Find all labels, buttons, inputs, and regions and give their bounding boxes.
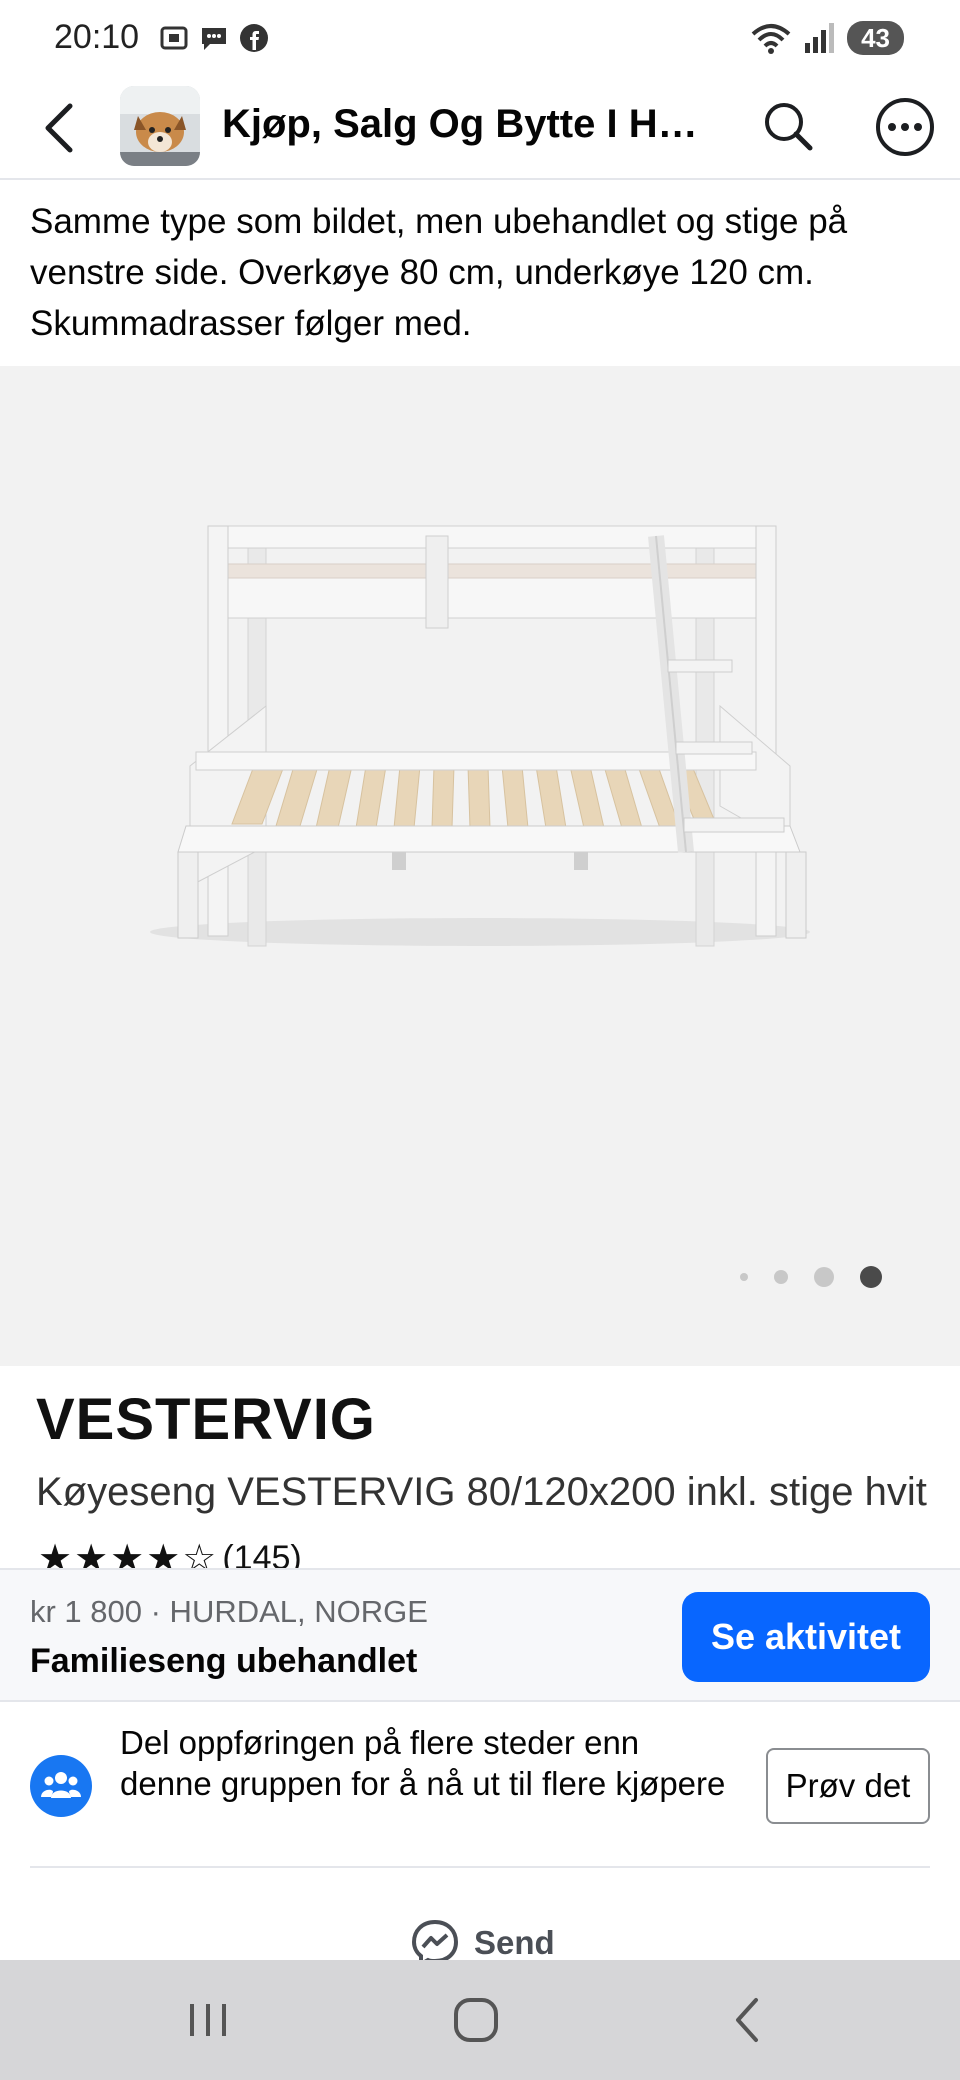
send-label: Send: [474, 1924, 555, 1961]
group-avatar[interactable]: [120, 86, 200, 166]
try-it-button[interactable]: Prøv det: [766, 1748, 930, 1824]
dot-icon: [914, 123, 922, 131]
pager-dot: [774, 1270, 788, 1284]
listing-description: Samme type som bildet, men ubehandlet og…: [30, 202, 848, 343]
carousel-pager: [740, 1266, 882, 1288]
bunk-bed-image: [150, 525, 810, 947]
notification-icons: [158, 22, 270, 54]
more-options-button[interactable]: [876, 98, 934, 156]
facebook-icon: [240, 24, 268, 52]
product-brand: VESTERVIG: [36, 1387, 376, 1452]
see-activity-button[interactable]: Se aktivitet: [682, 1592, 930, 1682]
recent-apps-icon[interactable]: [178, 1990, 238, 2050]
system-navigation-bar: [0, 1960, 960, 2080]
people-icon: [41, 1772, 81, 1798]
signal-icon: [805, 23, 835, 53]
divider: [30, 1866, 930, 1868]
pager-dot: [814, 1267, 834, 1287]
battery-indicator: 43: [847, 21, 904, 55]
group-header: Kjøp, Salg Og Bytte I Hurdal: [0, 76, 960, 180]
search-icon[interactable]: [758, 96, 818, 156]
back-nav-icon[interactable]: [718, 1990, 778, 2050]
dot-icon: [901, 123, 909, 131]
back-button[interactable]: [36, 100, 84, 156]
pager-dot: [740, 1273, 748, 1281]
chat-icon: [202, 28, 226, 50]
group-title[interactable]: Kjøp, Salg Og Bytte I Hurdal: [222, 102, 722, 147]
listing-summary-bar: kr 1 800 · HURDAL, NORGE Familieseng ube…: [0, 1568, 960, 1702]
screenshot-icon: [160, 26, 188, 50]
wifi-icon: [751, 24, 791, 54]
dog-photo-icon: [120, 86, 200, 166]
status-bar: 20:10 43: [0, 0, 960, 76]
system-icons: 43: [749, 20, 904, 56]
listing-price-location: kr 1 800 · HURDAL, NORGE: [30, 1594, 428, 1629]
share-prompt-text: Del oppføringen på flere steder enn denn…: [120, 1724, 726, 1802]
dot-icon: [888, 123, 896, 131]
status-time: 20:10: [54, 18, 140, 56]
group-share-icon: [30, 1755, 92, 1817]
product-image-carousel[interactable]: [0, 366, 960, 1366]
pager-dot-active: [860, 1266, 882, 1288]
listing-title: Familieseng ubehandlet: [30, 1642, 418, 1680]
home-icon[interactable]: [446, 1990, 506, 2050]
product-name: Køyeseng VESTERVIG 80/120x200 inkl. stig…: [36, 1470, 927, 1514]
